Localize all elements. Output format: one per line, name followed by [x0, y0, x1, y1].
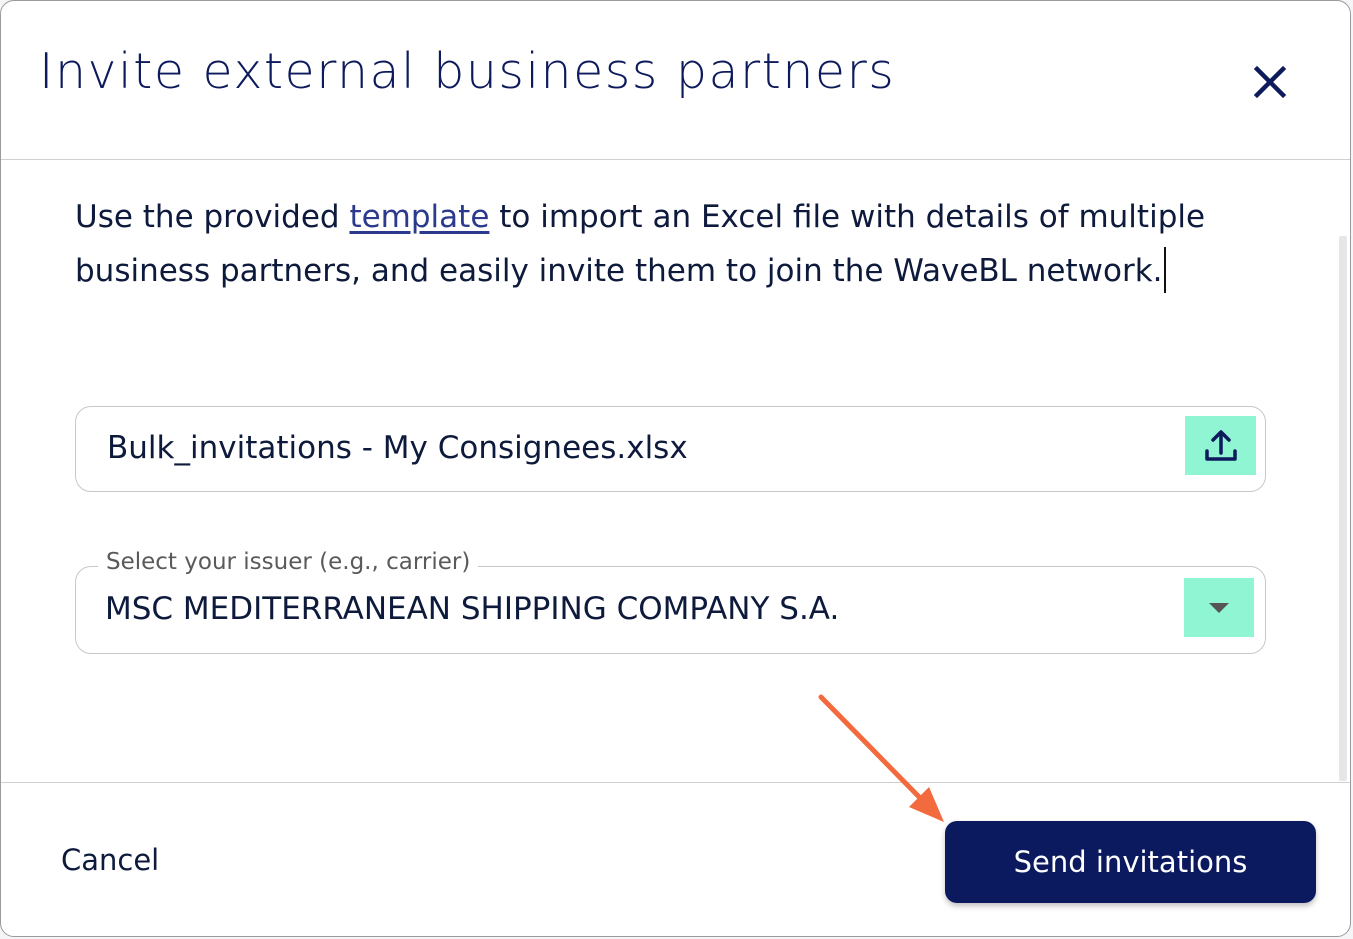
intro-text: Use the provided template to import an E… — [75, 190, 1275, 298]
issuer-select-value: MSC MEDITERRANEAN SHIPPING COMPANY S.A. — [105, 591, 840, 627]
upload-button[interactable] — [1185, 416, 1256, 475]
scrollbar-thumb[interactable] — [1339, 236, 1347, 781]
upload-icon — [1204, 429, 1237, 461]
invite-partners-dialog: Invite external business partners Use th… — [0, 0, 1351, 937]
intro-text-start: Use the provided — [75, 199, 350, 235]
dialog-title: Invite external business partners — [39, 43, 896, 100]
send-invitations-button[interactable]: Send invitations — [945, 821, 1316, 903]
file-upload-field[interactable]: Bulk_invitations - My Consignees.xlsx — [75, 406, 1266, 492]
issuer-select-label: Select your issuer (e.g., carrier) — [98, 548, 479, 578]
issuer-dropdown-button[interactable] — [1184, 578, 1254, 637]
body-scrollbar[interactable] — [1336, 160, 1350, 782]
template-link[interactable]: template — [349, 199, 489, 235]
dialog-footer: Cancel Send invitations — [1, 782, 1350, 936]
chevron-down-icon — [1209, 602, 1229, 613]
cancel-button[interactable]: Cancel — [61, 843, 159, 877]
file-name: Bulk_invitations - My Consignees.xlsx — [107, 430, 688, 466]
dialog-body: Use the provided template to import an E… — [1, 160, 1350, 782]
close-icon — [1253, 65, 1287, 99]
text-cursor — [1163, 247, 1166, 293]
issuer-select[interactable]: Select your issuer (e.g., carrier) MSC M… — [75, 548, 1266, 654]
close-button[interactable] — [1249, 61, 1291, 103]
dialog-header: Invite external business partners — [1, 1, 1350, 160]
